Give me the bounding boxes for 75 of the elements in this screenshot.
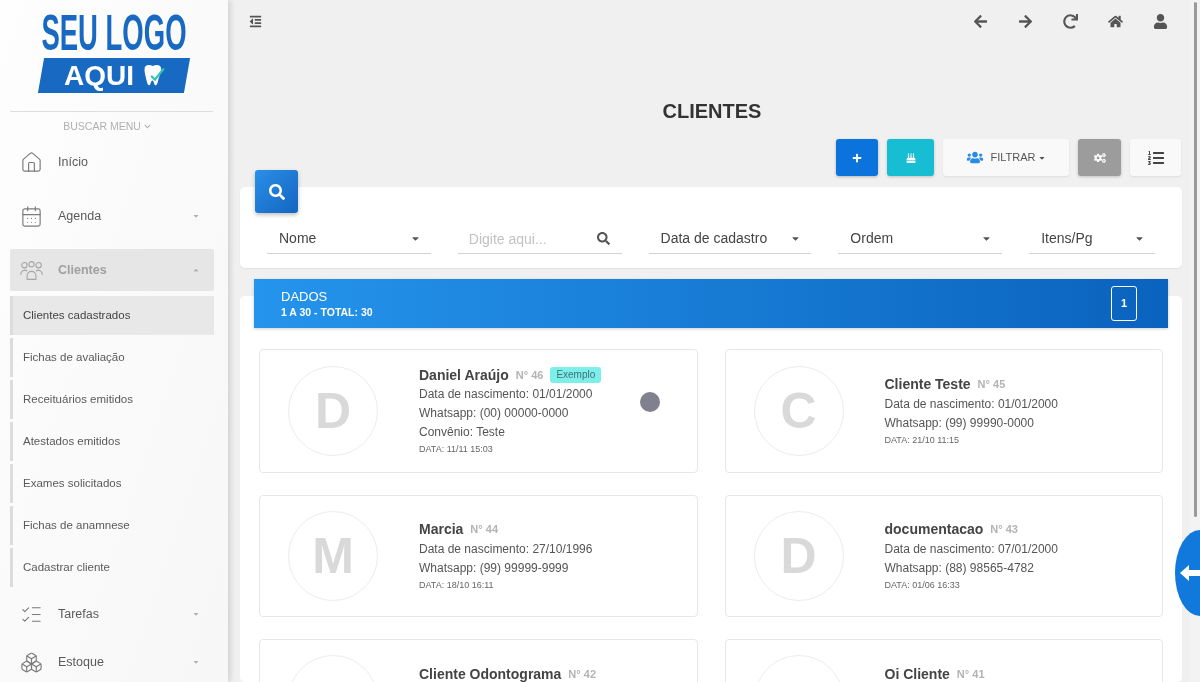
client-name: Cliente Odontograma [419, 664, 562, 682]
menu-item[interactable]: Tarefas [10, 593, 214, 635]
add-button[interactable] [836, 139, 878, 176]
menu-item[interactable]: Início [10, 141, 214, 183]
client-detail: Whatsapp: (00) 00000-0000 [419, 405, 570, 422]
client-number: N° 45 [977, 377, 1006, 393]
client-detail: Convênio: Teste [419, 424, 506, 441]
people-icon [966, 151, 985, 164]
filter-button[interactable]: FILTRAR [943, 139, 1069, 176]
client-card[interactable]: Cliente Odontograma N° 42 [259, 639, 698, 682]
client-name: Marcia [419, 520, 464, 539]
badge: Exemplo [550, 367, 602, 383]
submenu-item[interactable]: Clientes cadastrados [10, 296, 214, 335]
search-button[interactable] [255, 170, 298, 213]
client-name: documentacao [884, 520, 984, 539]
results-summary: 1 A 30 - TOTAL: 30 [281, 304, 373, 320]
client-number: N° 42 [568, 666, 596, 682]
settings-icon [1093, 151, 1106, 164]
select-field[interactable]: Ordem [838, 224, 1003, 254]
client-number: N° 43 [990, 522, 1018, 538]
submenu-item[interactable]: Receituários emitidos [10, 380, 214, 419]
numbered-list-icon [1147, 149, 1164, 166]
arrow-left-icon[interactable] [973, 13, 988, 29]
client-card[interactable]: Oi Cliente N° 41 [724, 639, 1163, 682]
client-name: Cliente Teste [884, 375, 971, 394]
people-icon [20, 258, 43, 282]
chevron-down-icon [143, 122, 151, 130]
submenu-item[interactable]: Exames solicitados [10, 464, 214, 503]
house-icon [20, 150, 43, 174]
client-name: Daniel Araújo [419, 365, 509, 385]
cake-icon [905, 152, 916, 163]
client-detail: Data de nascimento: 07/01/2000 [884, 540, 1058, 558]
client-detail: Data de nascimento: 01/01/2000 [884, 395, 1058, 413]
submenu-item[interactable]: Fichas de avaliação [10, 338, 214, 377]
submenu-item[interactable]: Fichas de anamnese [10, 506, 214, 545]
arrow-left-icon [1180, 564, 1200, 582]
client-detail: Data de nascimento: 27/10/1996 [419, 540, 593, 558]
client-detail: Whatsapp: (88) 98565-4782 [884, 559, 1035, 577]
search-icon [596, 232, 610, 245]
client-date: DATA: 01/06 16:33 [884, 578, 961, 592]
select-field[interactable]: Nome [267, 224, 431, 254]
client-date: DATA: 18/10 16:11 [419, 578, 495, 592]
client-number: N° 46 [515, 367, 544, 383]
select-field[interactable]: Data de cadastro [648, 224, 812, 254]
select-field[interactable]: Itens/Pg [1029, 224, 1155, 254]
page-title: CLIENTES [661, 99, 763, 123]
refresh-icon[interactable] [1063, 13, 1078, 29]
indent-icon[interactable] [249, 14, 262, 28]
scrollbar-thumb[interactable] [1193, 2, 1197, 517]
submenu-item[interactable]: Cadastrar cliente [10, 548, 214, 587]
calendar-icon [20, 204, 43, 228]
plus-icon [852, 152, 862, 163]
submenu-item[interactable]: Atestados emitidos [10, 422, 214, 461]
client-name: Oi Cliente [884, 664, 950, 682]
client-detail: Whatsapp: (99) 99990-0000 [884, 414, 1035, 432]
list-button[interactable] [1130, 139, 1181, 176]
user-icon[interactable] [1153, 13, 1168, 29]
arrow-right-icon[interactable] [1018, 13, 1033, 29]
client-date: DATA: 11/11 15:03 [419, 443, 494, 456]
client-number: N° 44 [470, 522, 498, 538]
search-icon [268, 183, 285, 200]
menu-item[interactable]: Estoque [10, 641, 214, 682]
client-detail: Data de nascimento: 01/01/2000 [419, 386, 594, 403]
client-date: DATA: 21/10 11:15 [884, 433, 961, 447]
tooth-icon [142, 63, 165, 88]
boxes-icon [20, 650, 43, 674]
search-input[interactable]: Digite aqui... [457, 224, 622, 254]
home-icon[interactable] [1108, 13, 1123, 29]
client-detail: Whatsapp: (99) 99999-9999 [419, 559, 570, 577]
page-number[interactable]: 1 [1111, 286, 1137, 321]
logo-text: SEU LOGO [41, 8, 187, 58]
client-number: N° 41 [956, 666, 985, 682]
menu-item[interactable]: Agenda [10, 195, 214, 237]
section-title: DADOS [281, 287, 329, 305]
logo-text: AQUI [63, 61, 134, 90]
